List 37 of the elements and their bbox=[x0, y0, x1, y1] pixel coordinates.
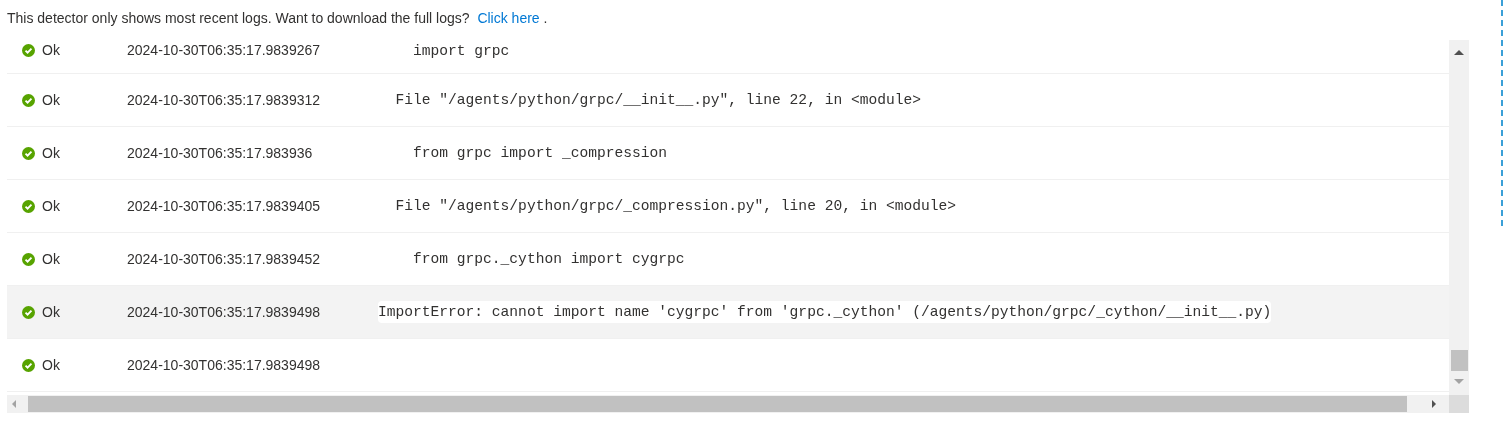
status-text: Ok bbox=[42, 90, 60, 110]
log-message: import grpc bbox=[412, 42, 510, 61]
status-text: Ok bbox=[42, 41, 60, 60]
log-row[interactable]: Ok 2024-10-30T06:35:17.9839498 ImportError: cannot import name 'cygrpc' from 'grpc._cython' (/agents/python/grpc/_cython/__init__.py) bbox=[7, 286, 1449, 339]
notice-period: . bbox=[543, 10, 548, 26]
check-circle-icon bbox=[22, 146, 35, 160]
log-message: from grpc._cython import cygrpc bbox=[412, 250, 685, 269]
log-message: from grpc import _compression bbox=[412, 144, 667, 163]
check-circle-icon bbox=[22, 252, 35, 266]
scroll-left-icon[interactable] bbox=[12, 400, 16, 408]
log-message: ImportError: cannot import name 'cygrpc' from 'grpc._cython' (/agents/python/grpc/_cython/__init__.py) bbox=[378, 301, 1272, 323]
timestamp: 2024-10-30T06:35:17.983936 bbox=[127, 143, 314, 163]
log-message: File "/agents/python/grpc/__init__.py", line 22, in <module> bbox=[394, 91, 921, 110]
status-text: Ok bbox=[42, 302, 60, 322]
check-circle-icon bbox=[22, 199, 35, 213]
notice-text: This detector only shows most recent logs. Want to download the full logs? bbox=[7, 10, 470, 26]
timestamp: 2024-10-30T06:35:17.9839267 bbox=[127, 41, 322, 60]
status-text: Ok bbox=[42, 249, 60, 269]
log-message: File "/agents/python/grpc/_compression.py", line 20, in <module> bbox=[394, 197, 956, 216]
timestamp: 2024-10-30T06:35:17.9839312 bbox=[127, 90, 322, 110]
timestamp: 2024-10-30T06:35:17.9839452 bbox=[127, 249, 322, 269]
check-circle-icon bbox=[22, 93, 35, 107]
scroll-up-icon[interactable] bbox=[1454, 50, 1464, 55]
check-circle-icon bbox=[22, 358, 35, 372]
vertical-scrollbar[interactable] bbox=[1449, 40, 1469, 413]
download-link[interactable]: Click here bbox=[477, 10, 540, 26]
status-text: Ok bbox=[42, 143, 60, 163]
scroll-right-icon[interactable] bbox=[1432, 400, 1436, 408]
scrollbar-corner bbox=[1449, 395, 1469, 413]
status-text: Ok bbox=[42, 355, 60, 375]
timestamp: 2024-10-30T06:35:17.9839405 bbox=[127, 196, 322, 216]
timestamp: 2024-10-30T06:35:17.9839498 bbox=[127, 302, 322, 322]
check-circle-icon bbox=[22, 44, 35, 57]
check-circle-icon bbox=[22, 305, 35, 319]
status-text: Ok bbox=[42, 196, 60, 216]
timestamp: 2024-10-30T06:35:17.9839498 bbox=[127, 355, 322, 375]
scroll-down-icon[interactable] bbox=[1454, 379, 1464, 384]
